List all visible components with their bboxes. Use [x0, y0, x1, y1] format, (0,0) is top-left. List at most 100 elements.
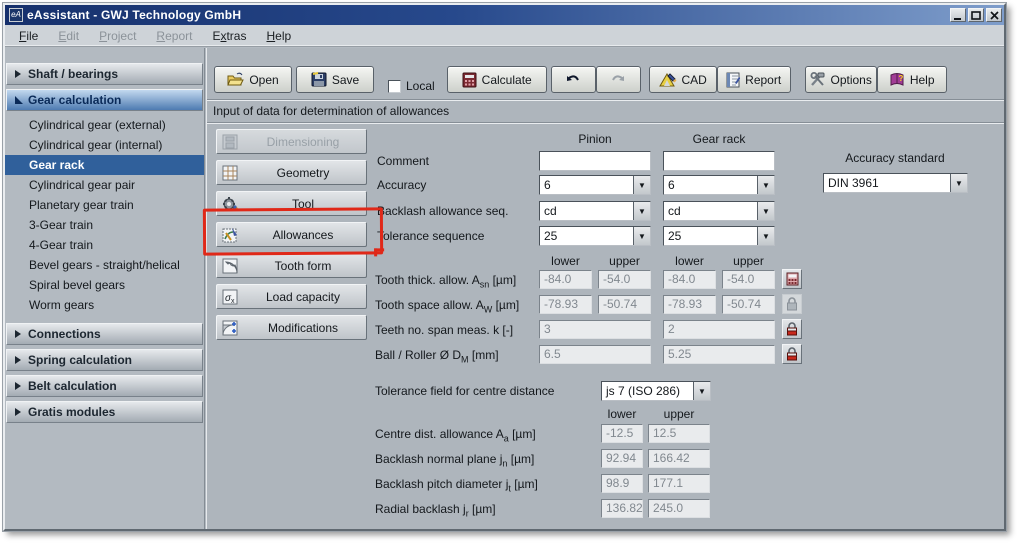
allowances-button[interactable]: Allowances — [216, 222, 367, 247]
tolerance-seq-dropdown-gear-rack[interactable]: 25 ▼ — [663, 226, 775, 246]
sidebar-group-belt-calculation[interactable]: Belt calculation — [6, 375, 203, 397]
sidebar-item-worm-gears[interactable]: Worm gears — [5, 295, 204, 315]
title-bar: eA eAssistant - GWJ Technology GmbH — [5, 5, 1004, 25]
tooth-thick-pinion-upper: -54.0 — [598, 270, 651, 289]
sidebar-item-cylindrical-gear-pair[interactable]: Cylindrical gear pair — [5, 175, 204, 195]
close-button[interactable] — [986, 8, 1002, 22]
dropdown-arrow-icon[interactable]: ▼ — [633, 176, 650, 194]
sidebar-group-gratis-modules[interactable]: Gratis modules — [6, 401, 203, 423]
menu-extras[interactable]: Extras — [202, 25, 256, 47]
tooth-space-pinion-upper: -50.74 — [598, 295, 651, 314]
dropdown-arrow-icon[interactable]: ▼ — [757, 227, 774, 245]
sidebar-item-cylindrical-gear-external[interactable]: Cylindrical gear (external) — [5, 115, 204, 135]
tooth-space-rack-upper: -50.74 — [722, 295, 775, 314]
teeth-span-lock-button[interactable] — [782, 319, 802, 339]
ball-roller-rack: 5.25 — [663, 345, 775, 364]
open-folder-icon — [227, 72, 245, 86]
local-label: Local — [406, 79, 435, 93]
tolerance-seq-dropdown-pinion[interactable]: 25 ▼ — [539, 226, 651, 246]
menu-file[interactable]: File — [9, 25, 48, 47]
cad-button[interactable]: CAD — [648, 66, 717, 93]
open-button[interactable]: Open — [214, 66, 292, 93]
backlash-seq-label: Backlash allowance seq. — [377, 204, 509, 218]
accuracy-label: Accuracy — [377, 178, 427, 192]
lock-gray-icon — [787, 297, 797, 311]
main-panel: Open Save Local Calculate CAD Report Opt… — [206, 48, 1004, 529]
sidebar-item-3-gear-train[interactable]: 3-Gear train — [5, 215, 204, 235]
help-button[interactable]: ? Help — [876, 66, 947, 93]
local-checkbox[interactable] — [388, 79, 401, 93]
sidebar-group-gear-calculation[interactable]: Gear calculation — [6, 89, 203, 111]
collapsed-arrow-icon — [15, 356, 21, 364]
sidebar-item-cylindrical-gear-internal[interactable]: Cylindrical gear (internal) — [5, 135, 204, 155]
save-floppy-icon — [311, 72, 327, 87]
backlash-normal-upper: 166.42 — [648, 449, 710, 468]
menu-project: Project — [99, 28, 137, 43]
svg-text:?: ? — [898, 74, 903, 83]
comment-input-gear-rack[interactable] — [663, 151, 775, 171]
undo-button[interactable] — [550, 66, 596, 93]
close-icon — [989, 10, 999, 20]
calculator-icon — [786, 272, 798, 286]
dropdown-arrow-icon[interactable]: ▼ — [950, 174, 967, 192]
tooth-thick-rack-lower: -84.0 — [663, 270, 716, 289]
geometry-button[interactable]: Geometry — [216, 160, 367, 185]
tooth-form-icon — [220, 256, 240, 276]
accuracy-dropdown-pinion[interactable]: 6 ▼ — [539, 175, 651, 195]
backlash-seq-dropdown-gear-rack[interactable]: cd ▼ — [663, 201, 775, 221]
menu-help[interactable]: Help — [256, 25, 301, 47]
geometry-icon — [220, 163, 240, 183]
report-document-icon — [726, 72, 741, 87]
sidebar-item-4-gear-train[interactable]: 4-Gear train — [5, 235, 204, 255]
tooth-thick-calculator-button[interactable] — [782, 269, 802, 289]
radial-backlash-label: Radial backlash jr [µm] — [375, 502, 496, 519]
sidebar: Shaft / bearings Gear calculation Cylind… — [5, 48, 205, 529]
menu-edit: Edit — [58, 28, 80, 43]
ball-roller-lock-button[interactable] — [782, 344, 802, 364]
centre-dist-label: Centre dist. allowance Aa [µm] — [375, 427, 536, 444]
dropdown-arrow-icon[interactable]: ▼ — [633, 227, 650, 245]
dropdown-arrow-icon[interactable]: ▼ — [693, 382, 710, 400]
collapsed-arrow-icon — [15, 408, 21, 416]
tooth-thick-label: Tooth thick. allow. Asn [µm] — [375, 273, 517, 290]
col-header-lower-2: lower — [675, 254, 704, 268]
options-tools-icon — [810, 72, 824, 86]
teeth-span-label: Teeth no. span meas. k [-] — [375, 323, 514, 337]
tool-button[interactable]: Tool — [216, 191, 367, 216]
svg-text:x: x — [231, 298, 235, 305]
modifications-button[interactable]: Modifications — [216, 315, 367, 340]
accuracy-standard-dropdown[interactable]: DIN 3961 ▼ — [823, 173, 968, 193]
dropdown-arrow-icon[interactable]: ▼ — [757, 176, 774, 194]
minimize-button[interactable] — [950, 8, 966, 22]
tolerance-field-dropdown[interactable]: js 7 (ISO 286) ▼ — [601, 381, 711, 401]
tooth-form-button[interactable]: Tooth form — [216, 253, 367, 278]
local-checkbox-group: Local — [382, 79, 439, 93]
backlash-seq-dropdown-pinion[interactable]: cd ▼ — [539, 201, 651, 221]
cad-icon — [658, 73, 677, 87]
sidebar-item-bevel-gears[interactable]: Bevel gears - straight/helical — [5, 255, 204, 275]
dimensioning-icon — [220, 132, 240, 152]
undo-icon — [567, 74, 580, 81]
save-button[interactable]: Save — [296, 66, 374, 93]
allowances-icon — [220, 225, 240, 245]
calculate-button[interactable]: Calculate — [446, 66, 547, 93]
sidebar-item-planetary-gear-train[interactable]: Planetary gear train — [5, 195, 204, 215]
dropdown-arrow-icon[interactable]: ▼ — [633, 202, 650, 220]
sidebar-group-spring-calculation[interactable]: Spring calculation — [6, 349, 203, 371]
comment-label: Comment — [377, 154, 430, 168]
comment-input-pinion[interactable] — [539, 151, 651, 171]
dropdown-arrow-icon[interactable]: ▼ — [757, 202, 774, 220]
lock-red-icon — [787, 322, 797, 336]
options-button[interactable]: Options — [804, 66, 877, 93]
sidebar-group-connections[interactable]: Connections — [6, 323, 203, 345]
sidebar-group-shaft-bearings[interactable]: Shaft / bearings — [6, 63, 203, 85]
report-button[interactable]: Report — [716, 66, 791, 93]
ball-roller-label: Ball / Roller Ø DM [mm] — [375, 348, 499, 365]
redo-button — [595, 66, 641, 93]
accuracy-dropdown-gear-rack[interactable]: 6 ▼ — [663, 175, 775, 195]
sidebar-item-gear-rack[interactable]: Gear rack — [5, 155, 204, 175]
accuracy-standard-label: Accuracy standard — [845, 151, 945, 165]
maximize-button[interactable] — [968, 8, 984, 22]
load-capacity-button[interactable]: σx Load capacity — [216, 284, 367, 309]
sidebar-item-spiral-bevel-gears[interactable]: Spiral bevel gears — [5, 275, 204, 295]
